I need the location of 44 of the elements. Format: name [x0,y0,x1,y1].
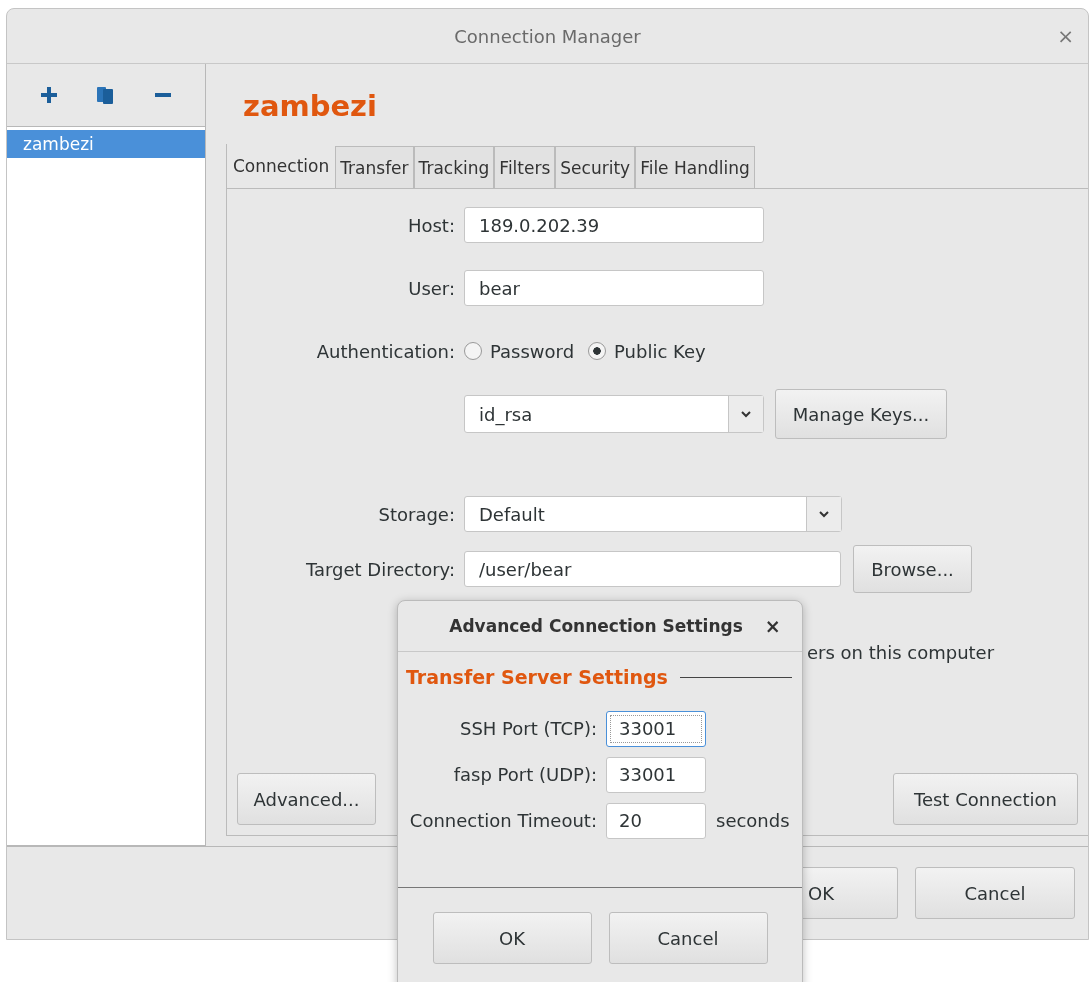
radio-button[interactable] [464,342,482,360]
chevron-down-icon [741,410,751,418]
field-label: Authentication: [315,340,456,362]
test-connection-button[interactable]: Test Connection [893,773,1078,825]
unit-label: seconds [716,810,790,831]
connection-heading: zambezi [242,88,378,125]
field-label: Target Directory: [304,558,456,580]
advanced-button[interactable]: Advanced... [237,773,376,825]
port-field[interactable]: 20 [606,802,706,839]
port-field[interactable]: 33001 [606,756,706,793]
ok-button[interactable]: OK [802,867,898,919]
field-label: Connection Timeout: [408,810,598,831]
dialog-title: Advanced Connection Settings [449,616,743,636]
tab[interactable]: Tracking [413,146,495,188]
host-field[interactable]: 189.0.202.39 [464,207,764,243]
tab[interactable]: Filters [494,146,556,188]
field-label: SSH Port (TCP): [459,718,598,739]
tab[interactable]: File Handling [635,146,755,188]
field-label: Storage: [377,503,456,525]
storage-dropdown[interactable]: Default [464,496,842,532]
window-title: Connection Manager [454,25,641,47]
target-directory-field[interactable]: /user/bear [464,551,841,587]
field-label: Host: [406,214,456,236]
ok-button[interactable]: OK [432,912,592,964]
add-icon[interactable] [39,85,59,105]
radio-label: Public Key [614,340,706,362]
field-label: fasp Port (UDP): [452,764,598,785]
chevron-down-icon [819,510,829,518]
radio-button[interactable] [588,342,607,360]
close-button[interactable]: × [1051,23,1080,49]
close-button[interactable]: × [764,615,781,637]
tab[interactable]: Security [555,146,636,188]
tab[interactable]: Transfer [335,146,414,188]
field-label: User: [407,277,456,299]
key-dropdown[interactable]: id_rsa [464,395,764,433]
browse-button[interactable]: Browse... [853,545,972,593]
radio-label: Password [490,340,575,362]
port-field[interactable]: 33001 [606,710,706,747]
cancel-button[interactable]: Cancel [608,912,768,964]
option-label: ers on this computer [807,642,995,663]
cancel-button[interactable]: Cancel [915,867,1075,919]
section-heading: Transfer Server Settings [406,666,668,688]
manage-keys-button[interactable]: Manage Keys... [775,389,947,439]
user-field[interactable]: bear [464,270,764,306]
